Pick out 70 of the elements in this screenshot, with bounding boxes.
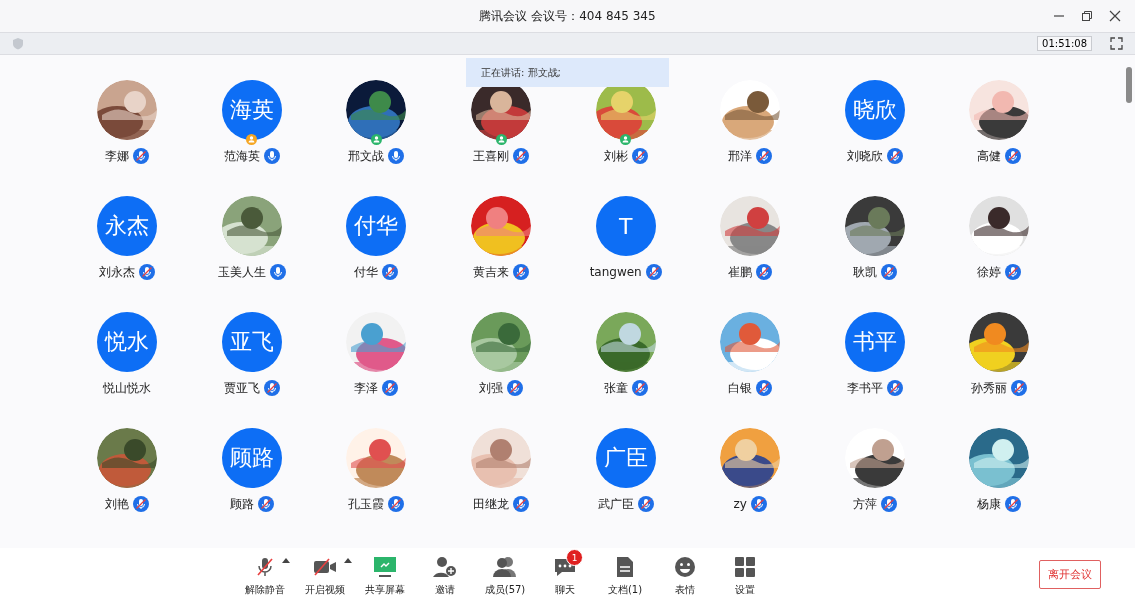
speaking-notice: 正在讲话: 邢文战; — [466, 58, 669, 87]
members-button[interactable]: 成员(57) — [475, 548, 535, 599]
participant-name: 付华 — [354, 263, 379, 281]
share-button[interactable]: 共享屏幕 — [355, 548, 415, 599]
participant-name: 玉美人生 — [217, 263, 266, 281]
meeting-timer: 01:51:08 — [1037, 36, 1092, 51]
participant-name: zy — [733, 497, 747, 511]
participant-name: 王喜刚 — [473, 147, 510, 165]
leave-meeting-button[interactable]: 离开会议 — [1039, 560, 1101, 589]
avatar: 广臣 — [595, 428, 656, 488]
participant-name: 李书平 — [846, 379, 883, 397]
participant-name: 李泽 — [354, 379, 379, 397]
participant-name: 刘强 — [479, 379, 504, 397]
users-icon — [492, 556, 518, 578]
caret-icon[interactable] — [282, 558, 290, 563]
participant-name: 悦山悦水 — [103, 379, 152, 397]
avatar: 付华 — [346, 196, 407, 256]
participant-name: 耿凯 — [852, 263, 877, 281]
participant-name: 顾路 — [229, 495, 254, 513]
restore-icon[interactable] — [1081, 10, 1093, 22]
participant-name: 杨康 — [977, 495, 1002, 513]
participant-name: 贾亚飞 — [223, 379, 260, 397]
participant-name: 刘艳 — [105, 495, 130, 513]
chat-button[interactable]: 1 聊天 — [535, 548, 595, 599]
scrollbar-thumb[interactable] — [1126, 67, 1132, 103]
participant-name: 高健 — [977, 147, 1002, 165]
smiley-icon — [674, 556, 696, 578]
participant-name: 孔玉霞 — [348, 495, 385, 513]
participant-name: 方萍 — [852, 495, 877, 513]
close-icon[interactable] — [1109, 10, 1121, 22]
participant-name: 邢文战 — [348, 147, 385, 165]
window-title: 腾讯会议 会议号：404 845 345 — [479, 7, 656, 25]
fullscreen-icon[interactable] — [1110, 37, 1123, 50]
participant-name: 田继龙 — [473, 495, 510, 513]
avatar: 永杰 — [97, 196, 158, 256]
avatar: 海英 — [221, 80, 282, 140]
mic-button[interactable]: 解除静音 — [235, 548, 295, 599]
participant-name: 张童 — [603, 379, 628, 397]
settings-button[interactable]: 设置 — [715, 548, 775, 599]
caret-icon[interactable] — [344, 558, 352, 563]
muted-mic-icon — [254, 556, 276, 578]
avatar: 顾路 — [221, 428, 282, 488]
participant-name: 刘晓欣 — [846, 147, 883, 165]
avatar: T — [595, 196, 656, 256]
participant-name: 白银 — [728, 379, 753, 397]
document-icon — [616, 556, 634, 578]
participant-name: 孙秀丽 — [971, 379, 1008, 397]
avatar: 书平 — [844, 312, 905, 372]
video-off-icon — [312, 557, 338, 577]
participant-name: 李娜 — [105, 147, 130, 165]
grid-icon — [734, 556, 756, 578]
unread-badge: 1 — [566, 549, 583, 566]
invite-button[interactable]: 邀请 — [415, 548, 475, 599]
avatar: 晓欣 — [844, 80, 905, 140]
avatar: 悦水 — [97, 312, 158, 372]
participant-name: 武广臣 — [597, 495, 634, 513]
participant-name: 刘永杰 — [99, 263, 136, 281]
participant-name: 黄吉来 — [473, 263, 510, 281]
docs-button[interactable]: 文档(1) — [595, 548, 655, 599]
participant-name: 徐婷 — [977, 263, 1002, 281]
video-button[interactable]: 开启视频 — [295, 548, 355, 599]
emoji-button[interactable]: 表情 — [655, 548, 715, 599]
participant-name: 邢洋 — [728, 147, 753, 165]
share-screen-icon — [373, 556, 397, 578]
participant-name: 刘彬 — [603, 147, 628, 165]
participant-name: 范海英 — [223, 147, 260, 165]
avatar: 亚飞 — [221, 312, 282, 372]
participant-name: tangwen — [589, 265, 642, 279]
add-user-icon — [433, 556, 457, 578]
participant-name: 崔鹏 — [728, 263, 753, 281]
